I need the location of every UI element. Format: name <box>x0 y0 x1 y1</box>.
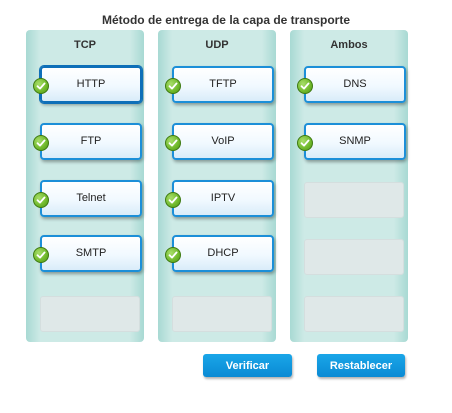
chip-voip[interactable]: VoIP <box>165 123 274 160</box>
chip-iptv[interactable]: IPTV <box>165 180 274 217</box>
reset-button[interactable]: Restablecer <box>317 354 405 377</box>
verify-button[interactable]: Verificar <box>203 354 292 377</box>
chip-http[interactable]: HTTP <box>33 66 142 103</box>
chip-dns[interactable]: DNS <box>297 66 406 103</box>
empty-drop-slot[interactable] <box>304 182 404 218</box>
activity-title: Método de entrega de la capa de transpor… <box>101 13 351 27</box>
green-check-icon <box>33 135 49 151</box>
green-check-icon <box>165 135 181 151</box>
chip-label: Telnet <box>76 192 106 204</box>
green-check-icon <box>297 135 313 151</box>
chip-label: TFTP <box>209 78 237 90</box>
chip-label: DNS <box>343 78 367 90</box>
chip-tftp[interactable]: TFTP <box>165 66 274 103</box>
chip-dhcp[interactable]: DHCP <box>165 235 274 272</box>
column-ambos[interactable]: Ambos DNS SNMP <box>290 30 408 342</box>
chip-smtp[interactable]: SMTP <box>33 235 142 272</box>
green-check-icon <box>165 78 181 94</box>
green-check-icon <box>33 78 49 94</box>
green-check-icon <box>297 78 313 94</box>
column-header-tcp: TCP <box>74 39 96 51</box>
column-tcp[interactable]: TCP HTTP FTP Telnet SMTP <box>26 30 144 342</box>
chip-ftp[interactable]: FTP <box>33 123 142 160</box>
chip-label: HTTP <box>76 78 106 90</box>
chip-label: DHCP <box>207 247 239 259</box>
green-check-icon <box>33 247 49 263</box>
column-header-ambos: Ambos <box>330 39 368 51</box>
empty-drop-slot[interactable] <box>40 296 140 332</box>
chip-telnet[interactable]: Telnet <box>33 180 142 217</box>
chip-label: IPTV <box>210 192 236 204</box>
empty-drop-slot[interactable] <box>304 296 404 332</box>
chip-label: FTP <box>80 135 102 147</box>
column-udp[interactable]: UDP TFTP VoIP IPTV DHCP <box>158 30 276 342</box>
chip-label: SNMP <box>339 135 371 147</box>
column-header-udp: UDP <box>205 39 229 51</box>
chip-label: SMTP <box>75 247 107 259</box>
empty-drop-slot[interactable] <box>172 296 272 332</box>
chip-label: VoIP <box>211 135 235 147</box>
drag-drop-activity: Método de entrega de la capa de transpor… <box>0 0 452 413</box>
chip-snmp[interactable]: SNMP <box>297 123 406 160</box>
green-check-icon <box>165 247 181 263</box>
green-check-icon <box>165 192 181 208</box>
green-check-icon <box>33 192 49 208</box>
empty-drop-slot[interactable] <box>304 239 404 275</box>
